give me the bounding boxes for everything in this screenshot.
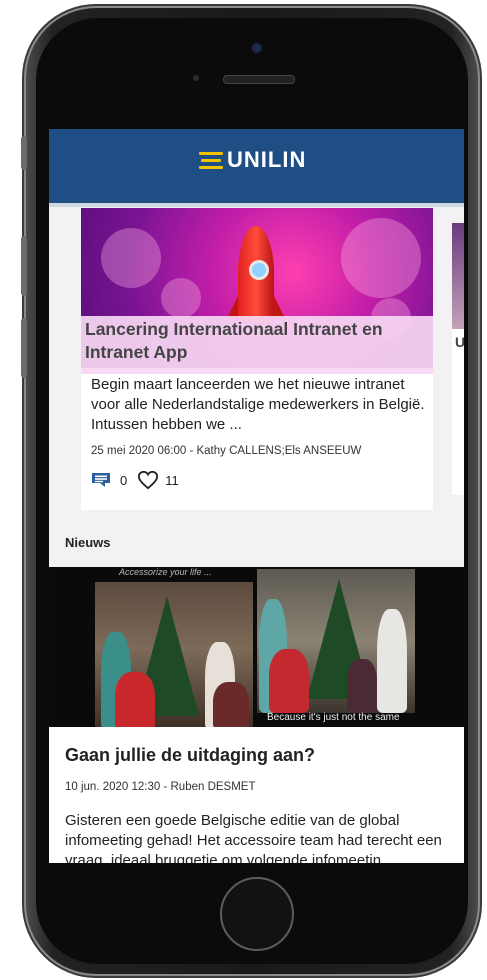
brand-logo[interactable]: UNILIN	[199, 147, 306, 173]
logo-stripes-icon	[199, 150, 223, 171]
next-card-peek[interactable]: U	[452, 223, 464, 495]
app-header: UNILIN	[49, 129, 464, 203]
image-caption-top: Accessorize your life ...	[119, 567, 212, 577]
mute-switch	[21, 136, 27, 170]
front-camera	[253, 44, 261, 52]
heart-icon[interactable]	[137, 470, 159, 490]
next-card-image	[452, 223, 464, 329]
header-divider	[49, 203, 464, 207]
proximity-sensor	[193, 75, 199, 81]
card-actions: 0 11	[91, 470, 179, 490]
rocket-window	[249, 260, 269, 280]
group-photo-left	[95, 582, 253, 727]
comment-count: 0	[120, 472, 128, 488]
news-section-title: Nieuws	[65, 535, 111, 550]
card-title[interactable]: Lancering Internationaal Intranet en Int…	[85, 318, 429, 364]
group-photo-right	[257, 569, 415, 713]
news-title[interactable]: Gaan jullie de uitdaging aan?	[65, 745, 315, 766]
featured-card[interactable]: Lancering Internationaal Intranet en Int…	[81, 208, 433, 510]
news-image[interactable]: Accessorize your life ... Because it's j…	[49, 567, 464, 727]
volume-up-button	[21, 236, 27, 296]
next-card-title-fragment: U	[455, 334, 464, 350]
comment-icon[interactable]	[91, 472, 111, 488]
news-meta: 10 jun. 2020 12:30 - Ruben DESMET	[65, 781, 256, 793]
volume-down-button	[21, 318, 27, 378]
brand-name: UNILIN	[227, 147, 307, 172]
image-caption-bottom: Because it's just not the same	[267, 712, 400, 723]
card-meta: 25 mei 2020 06:00 - Kathy CALLENS;Els AN…	[91, 445, 362, 457]
like-count: 11	[165, 472, 179, 488]
earpiece-speaker	[223, 75, 295, 84]
home-button[interactable]	[220, 877, 294, 951]
card-excerpt: Begin maart lanceerden we het nieuwe int…	[91, 376, 425, 433]
app-screen: UNILIN Lancering Internationaal Intranet…	[49, 129, 464, 863]
news-excerpt: Gisteren een goede Belgische editie van …	[65, 812, 442, 863]
news-item[interactable]: Gaan jullie de uitdaging aan? 10 jun. 20…	[49, 727, 464, 863]
